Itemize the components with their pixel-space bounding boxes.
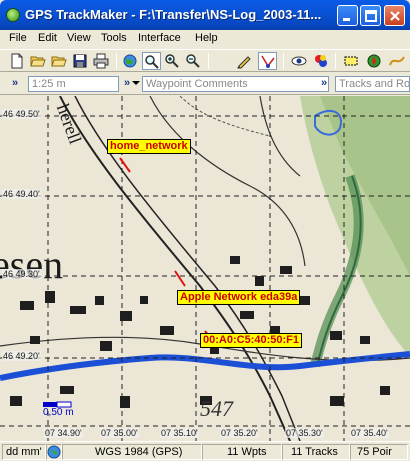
toolbar-separator: [208, 53, 209, 69]
waypoints-count: 11 Wpts: [202, 444, 282, 460]
menu-file[interactable]: File: [9, 32, 27, 44]
title-bar[interactable]: GPS TrackMaker - F:\Transfer\NS-Log_2003…: [0, 0, 410, 30]
longitude-label: 07 35.00': [100, 428, 139, 438]
print-icon[interactable]: [92, 52, 111, 70]
points-count: 75 Poir: [350, 444, 408, 460]
status-bar: dd mm' WGS 1984 (GPS) 11 Wpts 11 Tracks …: [0, 441, 410, 461]
zoom-out-icon[interactable]: [184, 52, 203, 70]
menu-tools[interactable]: Tools: [101, 32, 127, 44]
globe-icon[interactable]: [121, 52, 140, 70]
chevron-double-right-icon[interactable]: »: [12, 77, 18, 89]
menu-view[interactable]: View: [67, 32, 91, 44]
longitude-label: 07 34.90': [44, 428, 83, 438]
menu-bar: File Edit View Tools Interface Help: [0, 30, 410, 48]
tracks-routes-field[interactable]: Tracks and Ro: [335, 76, 410, 92]
main-toolbar: [0, 49, 410, 72]
colors-icon[interactable]: [312, 52, 331, 70]
coordinate-format[interactable]: dd mm': [2, 444, 46, 460]
new-file-icon[interactable]: [8, 52, 27, 70]
topo-map: esen herell 547: [0, 96, 410, 441]
zoom-select-icon[interactable]: [142, 52, 161, 70]
scale-bar-label: 0,50 m: [43, 407, 74, 418]
toolbar-separator: [116, 53, 117, 69]
latitude-label: 46 49.30': [2, 269, 41, 279]
map-canvas[interactable]: esen herell 547 46 49.50' 46 49.40' 46 4…: [0, 96, 410, 441]
longitude-label: 07 35.20': [220, 428, 259, 438]
toolbar-separator: [335, 53, 336, 69]
longitude-label: 07 35.10': [160, 428, 199, 438]
save-icon[interactable]: [71, 52, 90, 70]
eye-icon[interactable]: [290, 52, 309, 70]
menu-edit[interactable]: Edit: [38, 32, 57, 44]
zoom-in-icon[interactable]: [163, 52, 182, 70]
longitude-label: 07 35.30': [285, 428, 324, 438]
latitude-label: 46 49.40': [2, 189, 41, 199]
waypoint-label[interactable]: home_network: [107, 139, 191, 154]
globe-status-icon: [46, 444, 62, 460]
compass-icon[interactable]: [365, 52, 384, 70]
menu-help[interactable]: Help: [195, 32, 218, 44]
scale-field[interactable]: 1:25 m: [28, 76, 119, 92]
svg-text:547: 547: [200, 396, 234, 421]
open-folder-2-icon[interactable]: [50, 52, 69, 70]
window-title: GPS TrackMaker - F:\Transfer\NS-Log_2003…: [25, 7, 322, 22]
select-area-icon[interactable]: [342, 52, 361, 70]
pencil-icon[interactable]: [235, 52, 254, 70]
dropdown-arrow-icon[interactable]: [132, 81, 140, 85]
chevron-double-right-icon[interactable]: »: [124, 77, 130, 89]
chevron-double-right-icon[interactable]: »: [321, 77, 327, 89]
track-icon[interactable]: [388, 52, 407, 70]
datum-status[interactable]: WGS 1984 (GPS): [62, 444, 202, 460]
waypoint-label[interactable]: 00:A0:C5:40:50:F1: [200, 333, 302, 348]
maximize-button[interactable]: [360, 5, 381, 26]
route-tool-icon[interactable]: [258, 52, 277, 70]
latitude-label: 46 49.50': [2, 109, 41, 119]
property-bar: » 1:25 m » Waypoint Comments » Tracks an…: [0, 73, 410, 95]
tracks-count: 11 Tracks: [282, 444, 350, 460]
toolbar-separator: [283, 53, 284, 69]
waypoint-label[interactable]: Apple Network eda39a: [177, 290, 301, 305]
minimize-button[interactable]: [337, 5, 358, 26]
longitude-label: 07 35.40': [350, 428, 389, 438]
latitude-label: 46 49.20': [2, 351, 41, 361]
waypoint-comments-field[interactable]: Waypoint Comments: [142, 76, 329, 92]
svg-text:esen: esen: [0, 242, 63, 287]
app-globe-icon: [6, 8, 20, 22]
open-folder-icon[interactable]: [29, 52, 48, 70]
menu-interface[interactable]: Interface: [138, 32, 181, 44]
close-button[interactable]: [384, 5, 405, 26]
